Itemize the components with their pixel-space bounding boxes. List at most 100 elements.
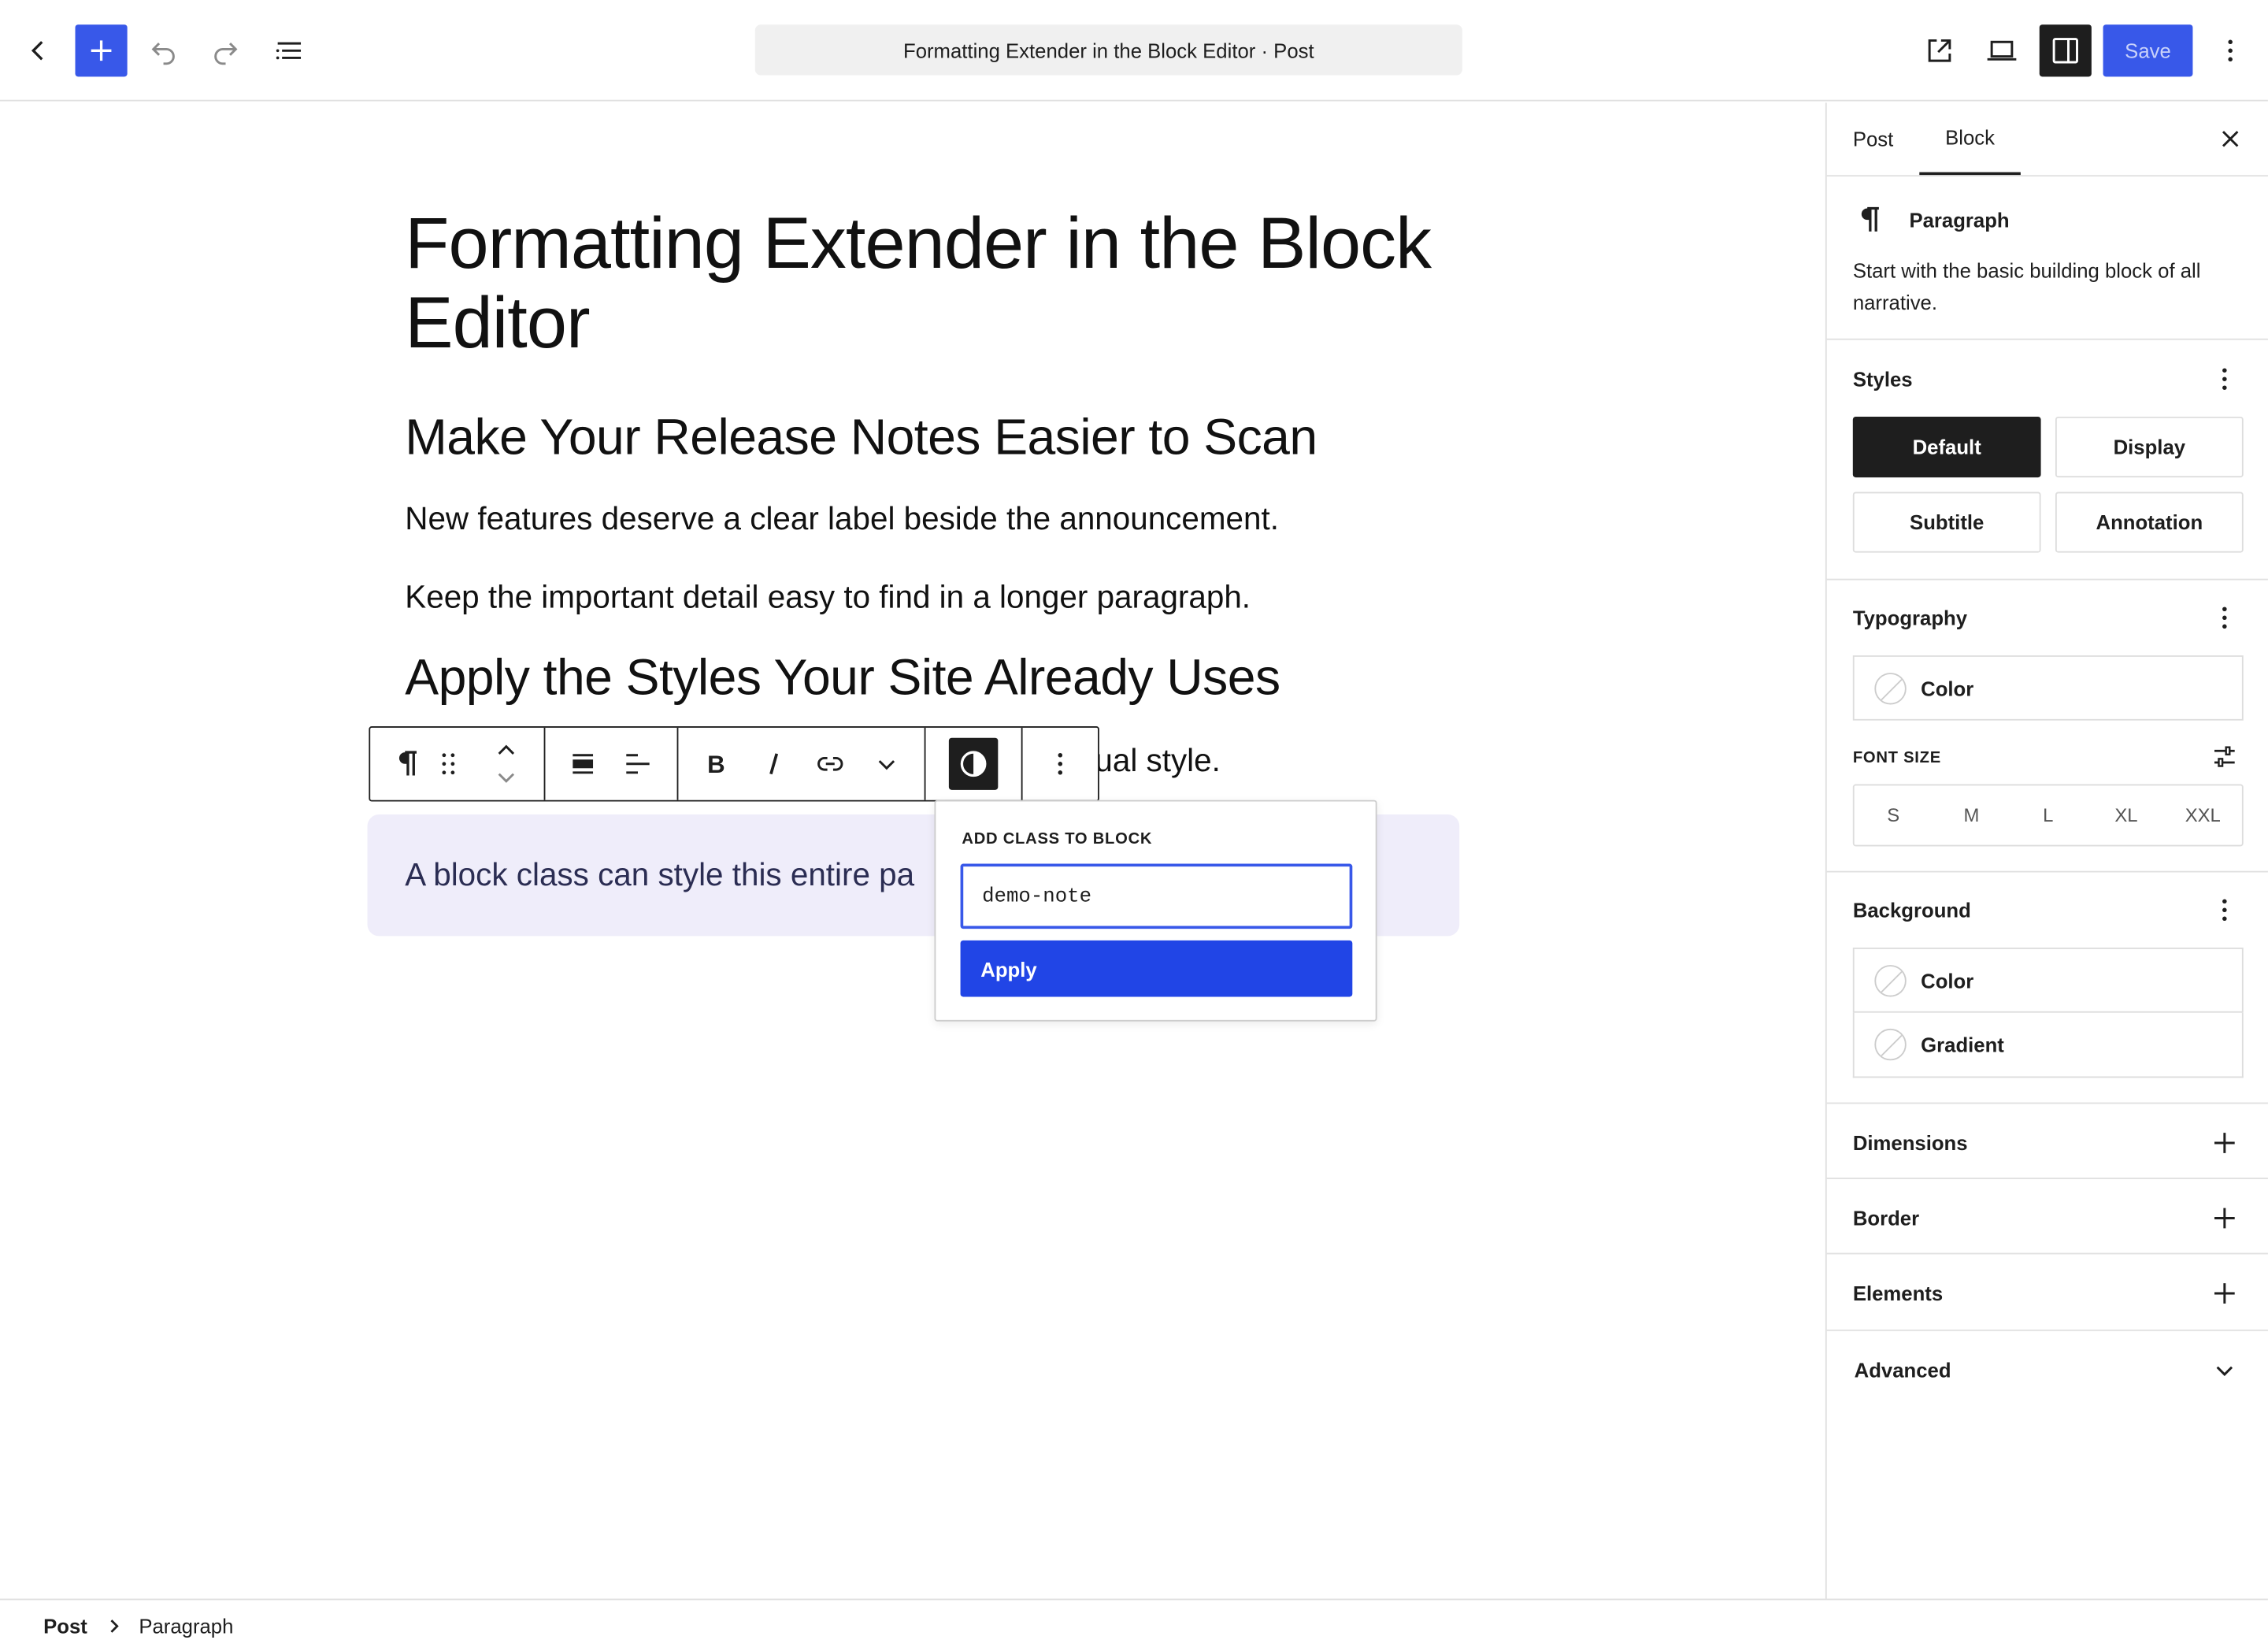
link-button[interactable] bbox=[804, 738, 856, 790]
styles-options-button[interactable] bbox=[2211, 366, 2237, 392]
move-buttons[interactable] bbox=[480, 738, 532, 790]
border-add-button[interactable] bbox=[2211, 1205, 2237, 1231]
dimensions-add-button[interactable] bbox=[2211, 1130, 2237, 1156]
elements-panel-title[interactable]: Elements bbox=[1853, 1282, 1943, 1304]
dimensions-panel-title[interactable]: Dimensions bbox=[1853, 1131, 1968, 1154]
font-size-option[interactable]: XL bbox=[2087, 785, 2165, 844]
tab-block[interactable]: Block bbox=[1919, 102, 2021, 176]
text-align-button[interactable] bbox=[612, 738, 664, 790]
drag-handle[interactable] bbox=[432, 738, 464, 790]
chevron-down-icon bbox=[878, 760, 895, 770]
elements-add-button[interactable] bbox=[2211, 1280, 2237, 1306]
styles-panel-title: Styles bbox=[1852, 367, 1913, 391]
apply-button[interactable]: Apply bbox=[960, 940, 1353, 997]
tab-post[interactable]: Post bbox=[1853, 102, 1893, 175]
redo-icon bbox=[214, 43, 238, 65]
font-size-custom-button[interactable] bbox=[2211, 744, 2237, 770]
text-color-control[interactable]: Color bbox=[1852, 655, 2244, 721]
undo-icon bbox=[151, 43, 175, 65]
paragraph-icon bbox=[1855, 204, 1884, 236]
drag-icon bbox=[442, 753, 455, 775]
background-color-label: Color bbox=[1921, 968, 1974, 992]
plus-icon bbox=[2214, 1283, 2235, 1304]
close-sidebar-button[interactable] bbox=[2218, 126, 2244, 152]
back-icon[interactable] bbox=[12, 24, 64, 76]
empty-swatch-icon bbox=[1874, 672, 1907, 704]
settings-sliders-icon bbox=[2214, 746, 2235, 767]
block-options-button[interactable] bbox=[1034, 738, 1086, 790]
redo-button[interactable] bbox=[199, 24, 251, 76]
options-menu-button[interactable] bbox=[2204, 24, 2256, 76]
align-left-icon bbox=[626, 754, 650, 774]
contrast-icon bbox=[960, 751, 987, 777]
undo-button[interactable] bbox=[137, 24, 189, 76]
bold-button[interactable]: B bbox=[690, 738, 742, 790]
italic-button[interactable] bbox=[748, 738, 800, 790]
paragraph-icon bbox=[398, 751, 417, 776]
desktop-icon bbox=[1987, 40, 2017, 61]
plus-icon bbox=[2214, 1208, 2235, 1229]
background-color-control[interactable]: Color bbox=[1852, 948, 2244, 1013]
view-post-button[interactable] bbox=[1914, 24, 1966, 76]
document-title-bar[interactable]: Formatting Extender in the Block Editor … bbox=[754, 24, 1462, 76]
heading-block[interactable]: Make Your Release Notes Easier to Scan bbox=[405, 410, 1317, 467]
tab-post-label: Post bbox=[1852, 127, 1894, 151]
kebab-icon bbox=[2222, 899, 2227, 922]
plus-icon bbox=[91, 40, 112, 61]
paragraph-block-partial[interactable]: ual style. bbox=[1095, 740, 1220, 781]
plus-icon bbox=[2214, 1133, 2235, 1153]
font-size-option[interactable]: M bbox=[1933, 785, 2010, 844]
add-class-label: ADD CLASS TO BLOCK bbox=[962, 830, 1153, 848]
post-title[interactable]: Formatting Extender in the Block Editor bbox=[405, 203, 1446, 363]
align-button[interactable] bbox=[557, 738, 609, 790]
heading-block[interactable]: Apply the Styles Your Site Already Uses bbox=[405, 650, 1280, 707]
typography-options-button[interactable] bbox=[2211, 605, 2237, 631]
editor-canvas: Formatting Extender in the Block Editor … bbox=[0, 102, 1825, 1599]
kebab-icon bbox=[2228, 39, 2233, 62]
formatting-extender-button[interactable] bbox=[948, 737, 999, 790]
breadcrumb-post[interactable]: Post bbox=[43, 1615, 87, 1638]
block-breadcrumb-bar: Post Paragraph bbox=[0, 1598, 2268, 1651]
document-overview-button[interactable] bbox=[263, 24, 315, 76]
kebab-icon bbox=[2222, 368, 2227, 390]
paragraph-block[interactable]: Keep the important detail easy to find i… bbox=[405, 577, 1251, 618]
sidebar-icon bbox=[2052, 38, 2078, 64]
chevron-down-icon bbox=[2216, 1366, 2233, 1376]
add-block-button[interactable] bbox=[75, 24, 128, 77]
settings-sidebar-toggle[interactable] bbox=[2039, 24, 2092, 77]
paragraph-block[interactable]: New features deserve a clear label besid… bbox=[405, 499, 1279, 540]
font-size-picker: S M L XL XXL bbox=[1852, 784, 2244, 847]
font-size-option[interactable]: S bbox=[1855, 785, 1933, 844]
preview-device-button[interactable] bbox=[1976, 24, 2028, 76]
callout-text: A block class can style this entire pa bbox=[405, 856, 915, 893]
save-button[interactable]: Save bbox=[2103, 24, 2193, 77]
bold-icon: B bbox=[707, 751, 725, 778]
block-card-description: Start with the basic building block of a… bbox=[1853, 254, 2251, 318]
font-size-option[interactable]: L bbox=[2009, 785, 2087, 844]
font-size-label: FONT SIZE bbox=[1852, 749, 1941, 767]
background-gradient-control[interactable]: Gradient bbox=[1852, 1012, 2244, 1078]
advanced-toggle-button[interactable] bbox=[2211, 1357, 2237, 1383]
top-toolbar: Formatting Extender in the Block Editor … bbox=[0, 0, 2268, 102]
advanced-panel-title[interactable]: Advanced bbox=[1855, 1359, 1951, 1382]
background-options-button[interactable] bbox=[2211, 897, 2237, 923]
border-panel-title[interactable]: Border bbox=[1853, 1207, 1919, 1230]
style-default-button[interactable]: Default bbox=[1852, 416, 2041, 478]
block-type-button[interactable] bbox=[382, 738, 434, 790]
font-size-option[interactable]: XXL bbox=[2164, 785, 2242, 844]
empty-swatch-icon bbox=[1874, 1028, 1907, 1061]
kebab-icon bbox=[1058, 753, 1063, 775]
svg-text:B: B bbox=[707, 751, 725, 778]
text-color-label: Color bbox=[1921, 676, 1974, 700]
class-name-input[interactable] bbox=[960, 863, 1353, 929]
more-formatting-button[interactable] bbox=[861, 738, 913, 790]
chevron-right-icon bbox=[106, 1617, 123, 1634]
tab-block-label: Block bbox=[1945, 125, 1996, 150]
typography-panel-title: Typography bbox=[1852, 606, 1968, 629]
empty-swatch-icon bbox=[1874, 964, 1907, 996]
style-display-button[interactable]: Display bbox=[2055, 416, 2244, 478]
list-view-icon bbox=[276, 42, 302, 60]
style-annotation-button[interactable]: Annotation bbox=[2055, 492, 2244, 553]
block-description-line: Start with the basic building block of a… bbox=[1852, 258, 2201, 283]
style-subtitle-button[interactable]: Subtitle bbox=[1852, 492, 2041, 553]
